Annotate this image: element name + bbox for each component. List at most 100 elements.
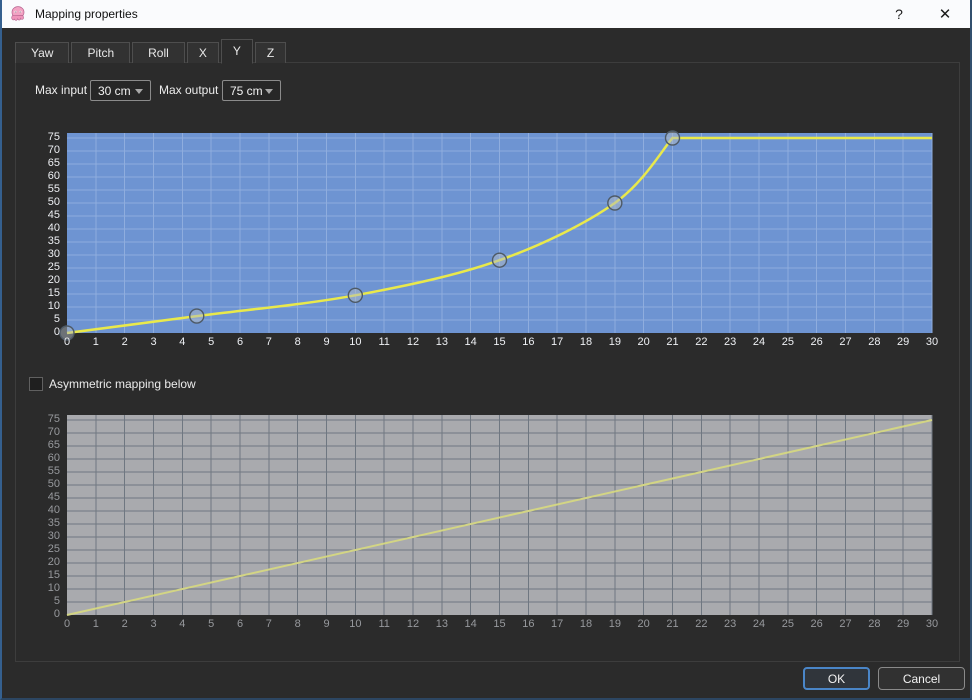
- x-tick-label: 13: [435, 618, 448, 630]
- asymmetric-mapping-label: Asymmetric mapping below: [49, 377, 196, 391]
- control-point[interactable]: [607, 195, 623, 211]
- y-tick-label: 50: [47, 196, 60, 208]
- y-tick-label: 25: [47, 543, 60, 555]
- x-tick-label: 28: [868, 336, 881, 348]
- y-tick-label: 40: [47, 504, 60, 516]
- x-tick-label: 3: [150, 618, 157, 630]
- x-tick-label: 26: [810, 618, 823, 630]
- x-tick-label: 19: [608, 336, 621, 348]
- x-tick-label: 30: [925, 618, 939, 630]
- chart-bottom-y-axis: 0 5 10 15 20 25 30 35 40 45 50 55 60 65 70 75: [30, 413, 64, 621]
- x-tick-label: 25: [781, 336, 794, 348]
- tab-roll[interactable]: Roll: [132, 42, 185, 63]
- control-point[interactable]: [347, 287, 364, 304]
- x-tick-label: 30: [925, 336, 939, 348]
- chart-bottom-x-axis: 0 1 2 3 4 5 6 7 8 9 10 11 12 13 14 15 16 17 18 19 20 21 22 23 24…: [64, 618, 947, 632]
- tab-z[interactable]: Z: [254, 42, 287, 63]
- x-tick-label: 14: [464, 336, 477, 348]
- close-icon[interactable]: ✕: [928, 0, 962, 28]
- y-tick-label: 30: [47, 248, 60, 260]
- window-title: Mapping properties: [35, 7, 138, 21]
- x-tick-label: 23: [724, 336, 737, 348]
- x-tick-label: 25: [781, 618, 794, 630]
- x-tick-label: 10: [349, 618, 362, 630]
- x-tick-label: 29: [897, 618, 910, 630]
- control-point[interactable]: [664, 130, 681, 146]
- y-tick-label: 65: [47, 439, 60, 451]
- x-tick-label: 15: [493, 336, 506, 348]
- y-tick-label: 20: [47, 274, 60, 286]
- max-output-label: Max output: [159, 83, 219, 97]
- titlebar: Mapping properties ? ✕: [2, 0, 970, 28]
- y-tick-label: 35: [47, 517, 60, 529]
- x-tick-label: 12: [406, 618, 420, 630]
- tab-x[interactable]: X: [186, 42, 219, 63]
- y-tick-label: 30: [47, 530, 60, 542]
- y-tick-label: 45: [47, 491, 60, 503]
- x-tick-label: 0: [63, 336, 71, 348]
- y-tick-label: 50: [47, 478, 60, 490]
- y-tick-label: 5: [53, 595, 60, 607]
- chevron-down-icon: [265, 89, 273, 94]
- asymmetric-mapping-checkbox[interactable]: [29, 377, 43, 391]
- x-tick-label: 4: [179, 336, 186, 348]
- y-tick-label: 60: [47, 170, 60, 182]
- control-point[interactable]: [189, 308, 205, 324]
- x-tick-label: 14: [464, 618, 477, 630]
- y-tick-label: 75: [47, 131, 60, 143]
- x-tick-label: 17: [551, 336, 564, 348]
- x-tick-label: 21: [666, 618, 679, 630]
- control-point[interactable]: [491, 252, 508, 268]
- ok-button[interactable]: OK: [803, 667, 870, 690]
- x-tick-label: 8: [294, 336, 301, 348]
- tab-yaw[interactable]: Yaw: [15, 42, 70, 63]
- tab-pitch[interactable]: Pitch: [71, 42, 131, 63]
- x-tick-label: 20: [637, 618, 650, 630]
- y-tick-label: 45: [47, 209, 60, 221]
- chart-top-y-axis: 0 5 10 15 20 25 30 35 40 45 50 55 60 65 70 75: [30, 131, 64, 339]
- max-input-select[interactable]: 30 cm: [90, 80, 151, 101]
- y-tick-label: 65: [47, 157, 60, 169]
- x-tick-label: 6: [236, 618, 244, 630]
- max-input-value: 30 cm: [98, 83, 131, 98]
- x-tick-label: 11: [378, 618, 390, 630]
- y-tick-label: 20: [47, 556, 60, 568]
- x-tick-label: 22: [695, 336, 708, 348]
- x-tick-label: 5: [208, 336, 215, 348]
- x-tick-label: 6: [236, 336, 244, 348]
- x-tick-label: 27: [839, 618, 852, 630]
- x-tick-label: 1: [92, 336, 99, 348]
- x-tick-label: 18: [579, 336, 593, 348]
- mapping-plot[interactable]: [59, 130, 933, 341]
- x-tick-label: 9: [323, 336, 330, 348]
- y-tick-label: 60: [47, 452, 60, 464]
- x-tick-label: 8: [294, 618, 301, 630]
- x-tick-label: 0: [63, 618, 71, 630]
- x-tick-label: 15: [493, 618, 506, 630]
- x-tick-label: 24: [752, 618, 766, 630]
- x-tick-label: 5: [208, 618, 215, 630]
- mapping-plot-disabled: [66, 415, 933, 616]
- x-tick-label: 11: [378, 336, 390, 348]
- y-tick-label: 55: [47, 183, 60, 195]
- x-tick-label: 29: [897, 336, 910, 348]
- x-tick-label: 20: [637, 336, 650, 348]
- max-input-label: Max input: [35, 83, 88, 97]
- cancel-button[interactable]: Cancel: [878, 667, 965, 690]
- y-tick-label: 40: [47, 222, 60, 234]
- x-tick-label: 17: [551, 618, 564, 630]
- tab-y[interactable]: Y: [220, 39, 253, 64]
- x-tick-label: 4: [179, 618, 186, 630]
- y-tick-label: 75: [47, 413, 60, 425]
- x-tick-label: 13: [435, 336, 448, 348]
- max-output-value: 75 cm: [230, 83, 263, 98]
- mapping-chart-top[interactable]: [59, 130, 933, 341]
- opentrack-octopus-icon: [11, 6, 25, 21]
- max-output-select[interactable]: 75 cm: [222, 80, 281, 101]
- y-tick-label: 55: [47, 465, 60, 477]
- help-button[interactable]: ?: [882, 0, 916, 28]
- x-tick-label: 28: [868, 618, 881, 630]
- x-tick-label: 27: [839, 336, 852, 348]
- chart-top-x-axis: 0 1 2 3 4 5 6 7 8 9 10 11 12 13 14 15 16 17 18 19 20 21 22 23 24…: [64, 336, 947, 350]
- x-tick-label: 16: [522, 336, 535, 348]
